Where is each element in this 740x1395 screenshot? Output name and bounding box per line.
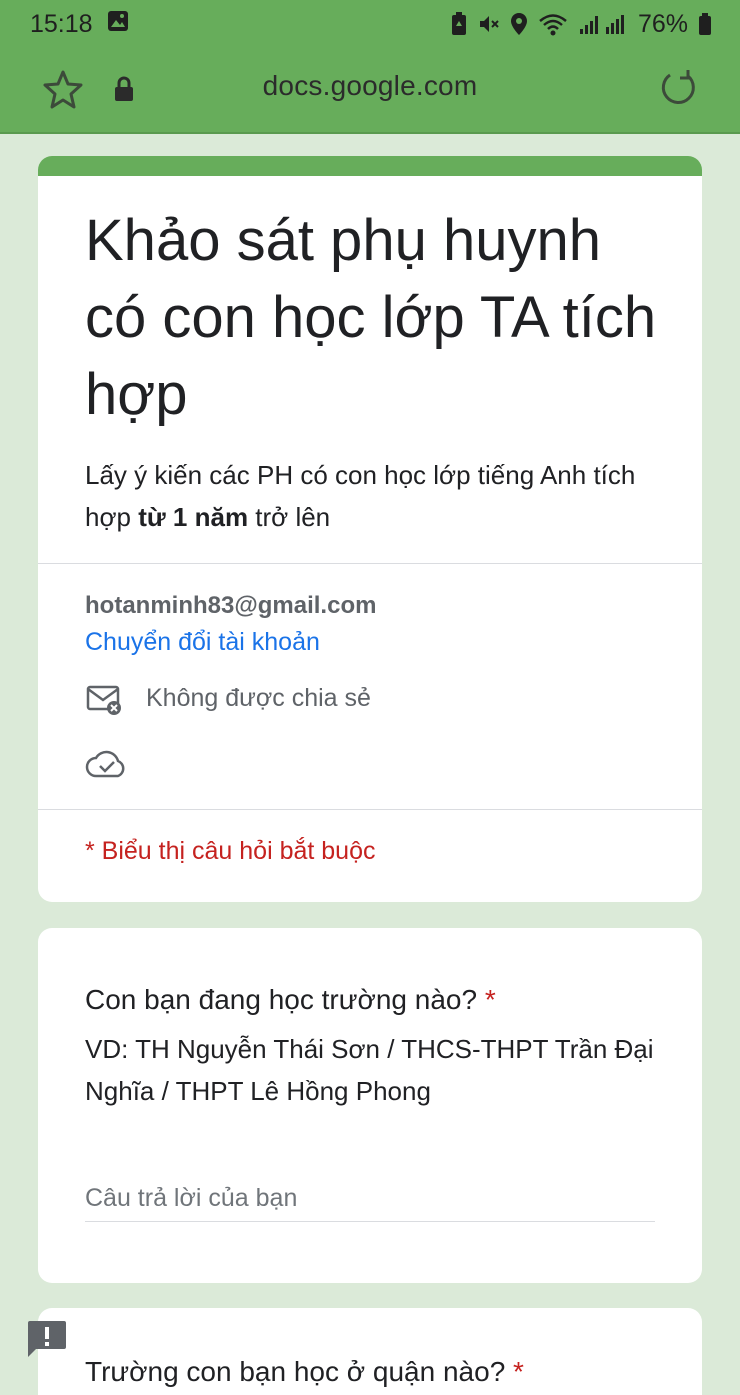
feedback-icon[interactable] xyxy=(26,1319,68,1364)
question-title-text: Trường con bạn học ở quận nào? xyxy=(85,1356,506,1387)
form-description-bold: từ 1 năm xyxy=(138,502,249,532)
cloud-done-icon xyxy=(85,748,129,785)
divider xyxy=(38,809,702,810)
question-card: Trường con bạn học ở quận nào? * xyxy=(38,1308,702,1395)
browser-url-bar: docs.google.com xyxy=(0,48,740,134)
divider xyxy=(38,563,702,564)
battery-saver-icon xyxy=(450,12,468,36)
url-text[interactable]: docs.google.com xyxy=(0,70,740,102)
wifi-icon xyxy=(538,12,568,36)
question-title: Con bạn đang học trường nào? * xyxy=(85,984,496,1016)
question-title-text: Con bạn đang học trường nào? xyxy=(85,984,478,1015)
account-email: hotanminh83@gmail.com xyxy=(85,592,377,619)
form-title: Khảo sát phụ huynh có con học lớp TA tíc… xyxy=(85,208,657,427)
mail-not-shared-icon xyxy=(86,684,124,721)
required-mark: * xyxy=(513,1356,524,1387)
form-description: Lấy ý kiến các PH có con học lớp tiếng A… xyxy=(85,454,655,538)
switch-account-link[interactable]: Chuyển đổi tài khoản xyxy=(85,628,320,657)
location-icon xyxy=(510,12,528,36)
form-description-end: trở lên xyxy=(248,502,331,532)
answer-input[interactable] xyxy=(85,1176,655,1222)
form-header-card: Khảo sát phụ huynh có con học lớp TA tíc… xyxy=(38,156,702,902)
header-accent-bar xyxy=(38,156,702,176)
not-shared-text: Không được chia sẻ xyxy=(146,684,371,712)
battery-icon xyxy=(698,12,712,36)
status-bar: 15:18 76% xyxy=(0,0,740,48)
reload-icon[interactable] xyxy=(658,68,698,113)
question-card: Con bạn đang học trường nào? * VD: TH Ng… xyxy=(38,928,702,1283)
question-title: Trường con bạn học ở quận nào? * xyxy=(85,1356,524,1388)
mute-icon xyxy=(478,13,500,35)
required-mark: * xyxy=(484,984,496,1015)
battery-text: 76% xyxy=(637,9,688,38)
required-note: * Biểu thị câu hỏi bắt buộc xyxy=(85,837,376,865)
signal-icon xyxy=(578,13,628,35)
image-icon xyxy=(107,10,129,39)
question-help-text: VD: TH Nguyễn Thái Sơn / THCS-THPT Trần … xyxy=(85,1034,654,1106)
status-time: 15:18 xyxy=(30,9,93,38)
